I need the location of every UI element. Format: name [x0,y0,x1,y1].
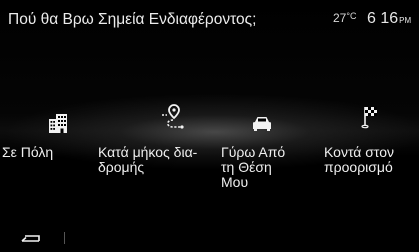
option-in-city[interactable]: Σε Πόλη [0,110,85,200]
temperature-readout: 27°C [333,11,356,25]
checkered-flag-icon [358,104,384,130]
temperature-value: 27 [333,11,347,25]
back-arrow-icon [21,235,40,242]
option-around-my-position[interactable]: Γύρω Από τη Θέση Μου [219,110,311,200]
option-near-destination[interactable]: Κοντά στον προορισμό [322,107,418,200]
option-near-destination-label: Κοντά στον προορισμό [324,144,395,175]
city-buildings-icon [45,110,71,136]
car-icon [249,110,275,136]
back-button[interactable] [18,228,44,248]
footer-bar [0,222,419,252]
clock: 6 16PM [367,10,411,28]
clock-ampm: PM [399,16,412,25]
poi-search-screen: Πού θα Βρω Σημεία Ενδιαφέροντος; 27°C 6 … [0,0,419,252]
footer-divider [64,232,65,244]
page-title: Πού θα Βρω Σημεία Ενδιαφέροντος; [8,11,257,28]
route-pin-icon [160,104,186,130]
option-along-route-label: Κατά μήκος δια- δρομής [98,144,198,175]
option-in-city-label: Σε Πόλη [2,144,54,160]
header-bar: Πού θα Βρω Σημεία Ενδιαφέροντος; 27°C 6 … [0,0,419,40]
option-along-route[interactable]: Κατά μήκος δια- δρομής [96,104,206,200]
option-around-my-position-label: Γύρω Από τη Θέση Μου [221,144,286,190]
clock-time: 6 16 [367,10,399,27]
temperature-unit: °C [346,11,357,21]
